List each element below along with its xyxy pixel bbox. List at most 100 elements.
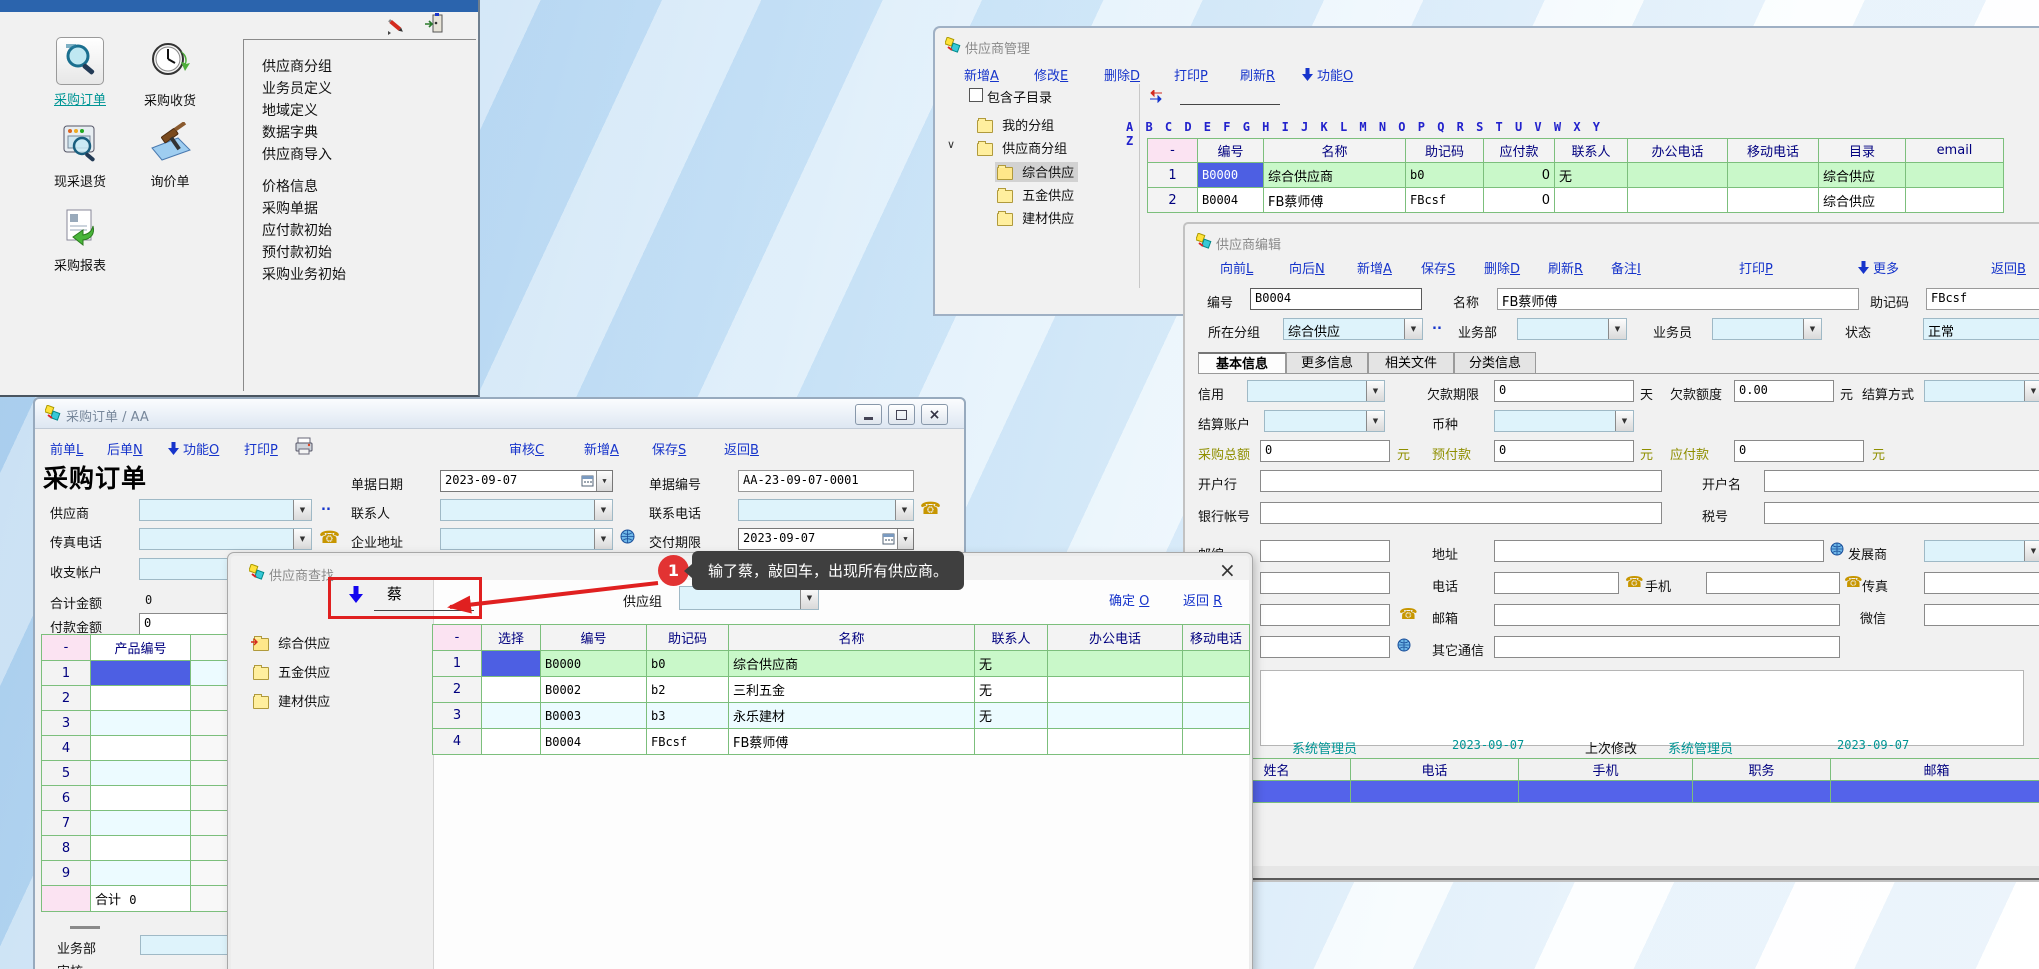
printer-icon[interactable] <box>294 437 314 459</box>
dropdown-arrow-icon[interactable]: ▼ <box>1803 318 1822 340</box>
col-header[interactable]: 移动电话 <box>1728 139 1819 163</box>
menu-item-payable-init[interactable]: 应付款初始 <box>262 220 332 240</box>
col-header[interactable]: 职务 <box>1693 759 1831 781</box>
col-header[interactable]: 名称 <box>1264 139 1406 163</box>
col-header[interactable]: 目录 <box>1819 139 1906 163</box>
toolbar-back-button[interactable]: 返回B <box>1991 258 2026 277</box>
phone-field[interactable] <box>1494 572 1619 594</box>
mobile-field[interactable] <box>1706 572 1840 594</box>
dept-dropdown[interactable]: ▼ <box>1517 318 1627 340</box>
item-row[interactable]: 9 <box>42 861 252 886</box>
settle-account-dropdown[interactable]: ▼ <box>1264 410 1385 432</box>
shortcut-label[interactable]: 采购收货 <box>130 90 210 109</box>
shortcut-inquiry[interactable]: 询价单 <box>130 122 210 190</box>
col-header[interactable]: - <box>433 625 482 651</box>
item-row[interactable]: 6 <box>42 786 252 811</box>
toolbar-prev-button[interactable]: 向前L <box>1220 258 1253 277</box>
dropdown-arrow-icon[interactable]: ▼ <box>594 499 613 521</box>
address-field[interactable] <box>1494 540 1824 562</box>
col-header[interactable]: 选择 <box>482 625 541 651</box>
tax-no-field[interactable] <box>1764 502 2039 524</box>
toolbar-print-button[interactable]: 打印P <box>1174 65 1208 84</box>
menu-item-region-def[interactable]: 地域定义 <box>262 100 318 120</box>
shortcut-purchase-report[interactable]: 采购报表 <box>40 208 120 274</box>
toolbar-function-button[interactable]: 功能O <box>1317 65 1353 84</box>
shortcut-purchase-receive[interactable]: 采购收货 <box>130 37 210 109</box>
contact-tel-dropdown[interactable]: ▼ <box>738 499 914 521</box>
tab-related-files[interactable]: 相关文件 <box>1368 352 1454 374</box>
toolbar-save-button[interactable]: 保存S <box>652 439 686 458</box>
dlg-tree-general[interactable]: 综合供应 <box>253 633 330 652</box>
shortcut-return-goods[interactable]: 现采退货 <box>40 122 120 190</box>
result-row[interactable]: 2 B0002 b2 三利五金 无 <box>433 677 1250 703</box>
other-contact-field[interactable] <box>1494 636 1840 658</box>
settle-method-dropdown[interactable]: ▼ <box>1924 380 2039 402</box>
item-row[interactable]: 3 <box>42 711 252 736</box>
tab-category-info[interactable]: 分类信息 <box>1454 352 1536 374</box>
menu-item-prepay-init[interactable]: 预付款初始 <box>262 242 332 262</box>
splitter-handle[interactable] <box>70 926 100 929</box>
email-field[interactable] <box>1494 604 1840 626</box>
col-header[interactable]: email <box>1906 139 2004 163</box>
dropdown-arrow-icon[interactable]: ▼ <box>1366 380 1385 402</box>
close-icon[interactable]: × <box>1219 558 1236 582</box>
result-row[interactable]: 3 B0003 b3 永乐建材 无 <box>433 703 1250 729</box>
toolbar-edit-button[interactable]: 修改E <box>1034 65 1068 84</box>
include-sub-checkbox[interactable] <box>969 88 983 102</box>
zip-field[interactable] <box>1260 540 1390 562</box>
extra-field-1[interactable] <box>1260 572 1390 594</box>
salesman-dropdown[interactable]: ▼ <box>1712 318 1822 340</box>
supplier-lookup-dots[interactable]: .. <box>321 499 331 514</box>
table-row[interactable]: 2 B0004 FB蔡师傅 FBcsf 0 综合供应 <box>1148 188 2004 213</box>
date-field[interactable]: 2023-09-07 ▼ <box>440 470 613 492</box>
tab-more-info[interactable]: 更多信息 <box>1286 352 1368 374</box>
memo-textarea[interactable] <box>1260 670 2024 746</box>
fax-field[interactable] <box>1924 572 2039 594</box>
mnemonic-field[interactable]: FBcsf <box>1926 288 2039 310</box>
toolbar-delete-button[interactable]: 删除D <box>1484 258 1520 277</box>
toolbar-print-button[interactable]: 打印P <box>1739 258 1773 277</box>
result-row[interactable]: 1 B0000 b0 综合供应商 无 <box>433 651 1250 677</box>
toolbar-add-button[interactable]: 新增A <box>584 439 619 458</box>
quick-search-input[interactable] <box>1180 88 1280 105</box>
swap-arrows-icon[interactable] <box>1147 88 1165 107</box>
col-header[interactable]: - <box>42 635 91 661</box>
developer-dropdown[interactable]: ▼ <box>1924 540 2039 562</box>
item-row[interactable]: 8 <box>42 836 252 861</box>
toolbar-function-button[interactable]: 功能O <box>183 439 219 458</box>
dropdown-arrow-icon[interactable]: ▼ <box>293 499 312 521</box>
item-row[interactable]: 4 <box>42 736 252 761</box>
item-row[interactable]: 1 <box>42 661 252 686</box>
extra-field-3[interactable] <box>1260 636 1390 658</box>
minimize-button[interactable] <box>855 404 882 425</box>
result-row[interactable]: 4 B0004 FBcsf FB蔡师傅 <box>433 729 1250 755</box>
dropdown-arrow-icon[interactable]: ▼ <box>897 528 914 550</box>
ok-button[interactable]: 确定 O <box>1109 590 1149 609</box>
exit-door-icon[interactable] <box>424 12 444 34</box>
item-row[interactable]: 7 <box>42 811 252 836</box>
toolbar-prev-doc-button[interactable]: 前单L <box>50 439 83 458</box>
bank-field[interactable] <box>1260 470 1662 492</box>
dlg-tree-building[interactable]: 建材供应 <box>253 691 330 710</box>
back-button[interactable]: 返回 R <box>1183 590 1222 609</box>
toolbar-add-button[interactable]: 新增A <box>1357 258 1392 277</box>
calendar-icon[interactable] <box>882 532 895 548</box>
shortcut-label[interactable]: 采购订单 <box>40 89 120 108</box>
col-header[interactable]: 移动电话 <box>1183 625 1250 651</box>
item-row[interactable]: 2 <box>42 686 252 711</box>
tree-expander-icon[interactable]: ∨ <box>947 138 955 151</box>
close-button[interactable]: × <box>921 404 948 425</box>
toolbar-audit-button[interactable]: 审核C <box>509 439 544 458</box>
col-header[interactable]: 电话 <box>1351 759 1519 781</box>
dropdown-arrow-icon[interactable]: ▼ <box>2024 380 2039 402</box>
toolbar-save-button[interactable]: 保存S <box>1421 258 1455 277</box>
col-header[interactable]: 助记码 <box>1406 139 1484 163</box>
col-header[interactable]: 编号 <box>541 625 647 651</box>
table-row[interactable]: 1 B0000 综合供应商 b0 0 无 综合供应 <box>1148 163 2004 188</box>
dropdown-arrow-icon[interactable]: ▼ <box>293 528 312 550</box>
col-header[interactable]: 名称 <box>729 625 975 651</box>
group-dropdown[interactable]: 综合供应 ▼ <box>1283 318 1423 340</box>
col-header[interactable]: 应付款 <box>1484 139 1555 163</box>
calendar-icon[interactable] <box>581 474 594 490</box>
restore-button[interactable] <box>888 404 915 425</box>
